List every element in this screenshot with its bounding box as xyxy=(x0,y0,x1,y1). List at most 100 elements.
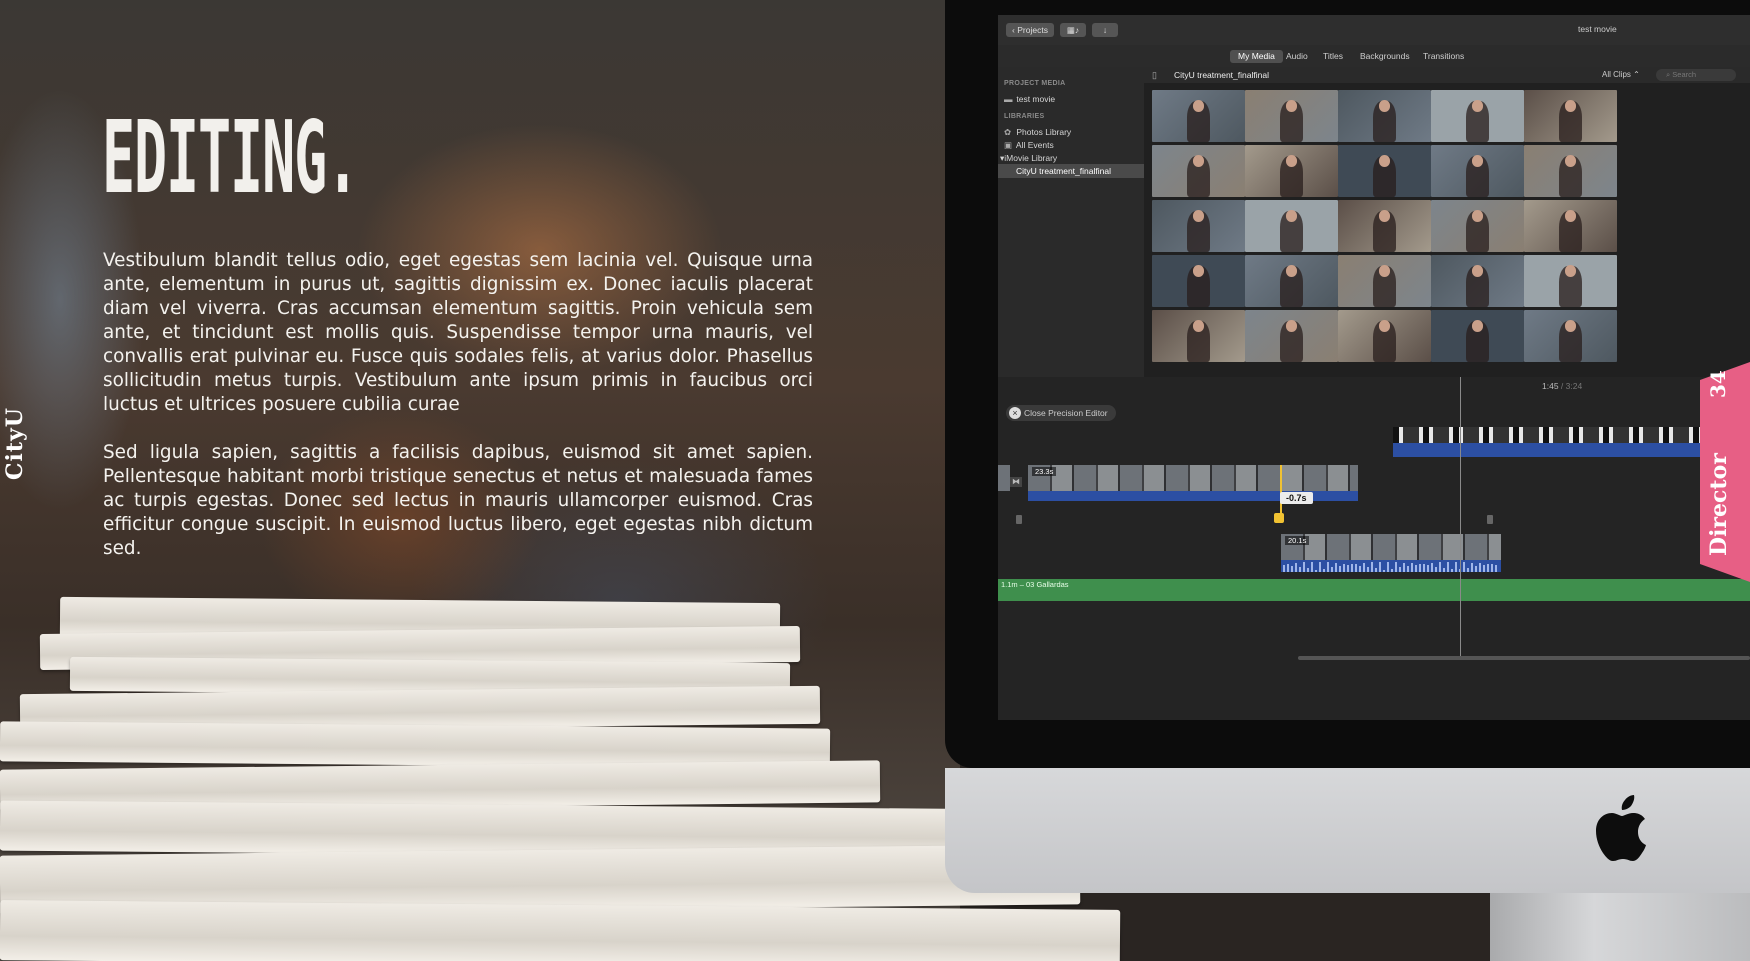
clip-thumbnail[interactable] xyxy=(1431,255,1524,307)
sidebar-toggle-icon[interactable]: ▯ xyxy=(1152,70,1157,81)
libraries-heading: LIBRARIES xyxy=(1004,113,1045,120)
clip-thumbnail[interactable] xyxy=(1338,255,1431,307)
tab-my-media[interactable]: My Media xyxy=(1230,50,1283,63)
clip-thumbnail[interactable] xyxy=(1431,90,1524,142)
clip-1-filmstrip[interactable] xyxy=(1028,465,1358,491)
body-paragraph-2: Sed ligula sapien, sagittis a facilisis … xyxy=(103,442,813,559)
thumbnail-face xyxy=(1285,210,1298,222)
events-icon: ▣ xyxy=(1004,140,1013,150)
waveform-bar xyxy=(1495,565,1497,572)
range-handle-right[interactable] xyxy=(1487,515,1493,524)
clip-thumbnail[interactable] xyxy=(1431,200,1524,252)
clip-thumbnail[interactable] xyxy=(1524,145,1617,197)
thumbnail-face xyxy=(1192,100,1205,112)
clip-filter-select[interactable]: All Clips ⌃ xyxy=(1602,70,1640,79)
clip-thumbnail[interactable] xyxy=(1245,200,1338,252)
waveform-bar xyxy=(1363,562,1365,572)
imovie-window: ‹ Projects ▦♪ ↓ test movie My Media Audi… xyxy=(998,15,1750,720)
clip-1-duration: 23.3s xyxy=(1032,467,1057,476)
clip-thumbnail[interactable] xyxy=(1338,310,1431,362)
projects-back-button[interactable]: ‹ Projects xyxy=(1006,23,1054,37)
horizontal-scrollbar[interactable] xyxy=(1298,656,1750,660)
clip-thumbnail[interactable] xyxy=(1245,255,1338,307)
sidebar-item-imovie-library[interactable]: ▾iMovie Library xyxy=(1000,151,1134,165)
waveform-bar xyxy=(1335,562,1337,572)
page-number: 34 xyxy=(1706,370,1730,398)
waveform-bar xyxy=(1451,569,1453,572)
clip-thumbnail[interactable] xyxy=(1524,255,1617,307)
photos-icon: ✿ xyxy=(1004,127,1012,137)
download-button[interactable]: ↓ xyxy=(1092,23,1118,37)
browser-title: CityU treatment_finalfinal xyxy=(1174,70,1269,80)
waveform-bar xyxy=(1487,564,1489,572)
imovie-toolbar: ‹ Projects ▦♪ ↓ test movie xyxy=(998,15,1750,45)
clip-2-filmstrip[interactable] xyxy=(1281,534,1501,560)
clip-thumbnail[interactable] xyxy=(1524,200,1617,252)
tab-transitions[interactable]: Transitions xyxy=(1415,50,1472,63)
waveform-bar xyxy=(1383,569,1385,572)
section-label: Director xyxy=(1706,453,1732,556)
playhead[interactable] xyxy=(1460,377,1461,657)
trim-line[interactable] xyxy=(1280,465,1282,517)
tab-titles[interactable]: Titles xyxy=(1315,50,1351,63)
clip-thumbnail[interactable] xyxy=(1431,145,1524,197)
sidebar-item-label: iMovie Library xyxy=(1004,153,1058,163)
media-tab-bar: My Media Audio Titles Backgrounds Transi… xyxy=(998,45,1750,67)
arrow-down-icon: ↓ xyxy=(1102,25,1108,35)
waveform-bar xyxy=(1315,569,1317,572)
waveform-bar xyxy=(1351,564,1353,572)
sidebar-item-test-movie[interactable]: ▬ test movie xyxy=(1004,92,1138,106)
clapper-icon: ▬ xyxy=(1004,94,1013,104)
waveform-bar xyxy=(1371,562,1373,572)
sidebar-item-event-selected[interactable]: CityU treatment_finalfinal xyxy=(998,164,1144,178)
clip-thumbnail[interactable] xyxy=(1152,255,1245,307)
next-clip-audio xyxy=(1393,443,1750,457)
tab-audio[interactable]: Audio xyxy=(1278,50,1316,63)
clip-thumbnail[interactable] xyxy=(1152,310,1245,362)
sidebar-item-all-events[interactable]: ▣ All Events xyxy=(1004,138,1138,152)
waveform-bar xyxy=(1375,568,1377,572)
thumbnail-face xyxy=(1285,320,1298,332)
prev-clip-edge[interactable] xyxy=(998,465,1010,491)
thumbnail-face xyxy=(1192,155,1205,167)
transition-icon[interactable]: ⧓ xyxy=(1010,477,1022,487)
waveform-bar xyxy=(1355,563,1357,572)
clip-thumbnail[interactable] xyxy=(1245,145,1338,197)
trim-offset-badge: -0.7s xyxy=(1280,492,1313,504)
waveform-bar xyxy=(1311,562,1313,572)
waveform-bar xyxy=(1319,562,1321,572)
waveform-bar xyxy=(1307,568,1309,572)
thumbnail-face xyxy=(1285,100,1298,112)
timeline-panel: 1:45 / 3:24 × Close Precision Editor ⧓ 23… xyxy=(998,377,1750,720)
body-paragraph-1: Vestibulum blandit tellus odio, eget ege… xyxy=(103,250,813,415)
sidebar-item-photos-library[interactable]: ✿ Photos Library xyxy=(1004,125,1138,139)
search-placeholder: Search xyxy=(1672,70,1697,79)
waveform-bar xyxy=(1483,565,1485,572)
thumbnail-face xyxy=(1564,210,1577,222)
music-track[interactable]: 1.1m – 03 Gallardas xyxy=(998,579,1750,601)
clip-thumbnail[interactable] xyxy=(1338,90,1431,142)
thumbnail-face xyxy=(1471,155,1484,167)
close-precision-editor-button[interactable]: × Close Precision Editor xyxy=(1006,405,1116,421)
clip-thumbnail[interactable] xyxy=(1431,310,1524,362)
music-track-label: 1.1m – 03 Gallardas xyxy=(1001,580,1069,589)
clip-thumbnail[interactable] xyxy=(1524,90,1617,142)
trim-handle[interactable] xyxy=(1274,513,1284,523)
range-handle-left[interactable] xyxy=(1016,515,1022,524)
clip-thumbnail[interactable] xyxy=(1245,90,1338,142)
waveform-bar xyxy=(1479,563,1481,572)
tab-backgrounds[interactable]: Backgrounds xyxy=(1352,50,1418,63)
paper-sheet xyxy=(0,900,1121,961)
clip-thumbnail[interactable] xyxy=(1152,90,1245,142)
search-input[interactable]: ⌕ Search xyxy=(1656,69,1736,81)
waveform-bar xyxy=(1295,562,1297,572)
clip-thumbnail[interactable] xyxy=(1152,200,1245,252)
clip-thumbnail[interactable] xyxy=(1152,145,1245,197)
clip-thumbnail[interactable] xyxy=(1338,200,1431,252)
next-clip-filmstrip[interactable] xyxy=(1393,427,1750,443)
clip-thumbnail[interactable] xyxy=(1524,310,1617,362)
clip-thumbnail[interactable] xyxy=(1245,310,1338,362)
clip-2-duration: 20.1s xyxy=(1285,536,1310,545)
clip-thumbnail[interactable] xyxy=(1338,145,1431,197)
import-media-button[interactable]: ▦♪ xyxy=(1060,23,1086,37)
